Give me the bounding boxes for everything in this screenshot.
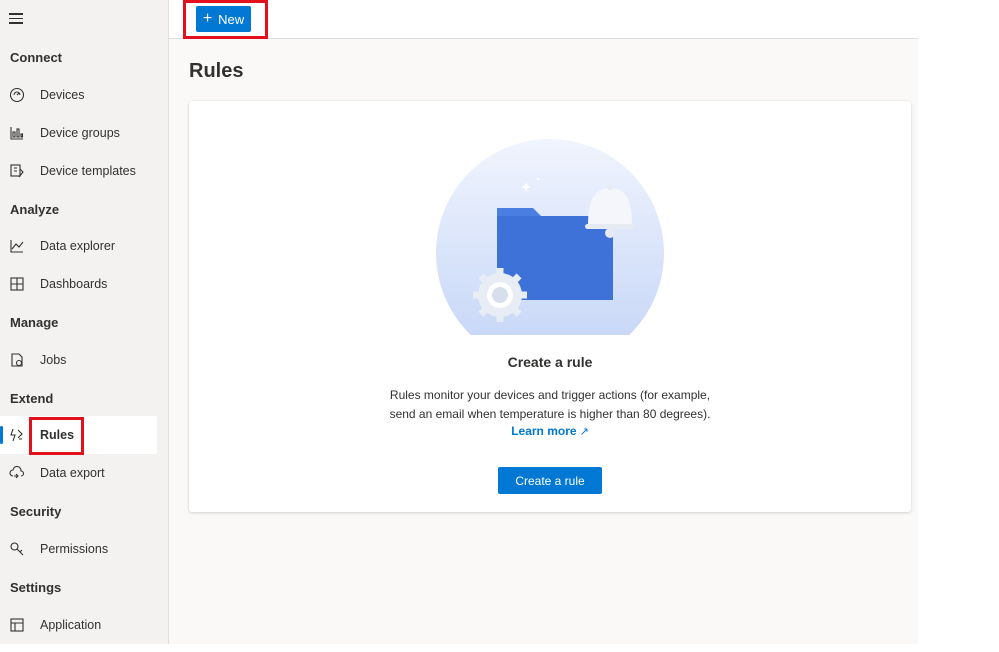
sidebar-item-permissions[interactable]: Permissions [0,530,157,568]
sidebar-item-dashboards[interactable]: Dashboards [0,265,157,303]
empty-state-description: Rules monitor your devices and trigger a… [360,386,740,424]
sidebar-item-label: Device groups [40,126,120,140]
external-link-icon: ↗ [579,426,589,438]
sidebar-item-label: Data export [40,466,105,480]
learn-more-label: Learn more [511,424,577,438]
learn-more-link[interactable]: Learn more ↗ [189,424,911,438]
section-security: Security [10,504,62,519]
jobs-icon [9,352,25,368]
device-groups-icon [9,125,25,141]
sidebar-item-devices[interactable]: Devices [0,76,157,114]
sidebar-item-data-export[interactable]: Data export [0,454,157,492]
create-rule-button[interactable]: Create a rule [498,467,602,494]
rules-highlight-box [29,417,84,455]
create-rule-button-label: Create a rule [515,473,585,488]
sidebar-item-application[interactable]: Application [0,606,157,644]
rule-illustration-icon [436,139,664,335]
device-templates-icon [9,163,25,179]
sidebar-item-label: Dashboards [40,277,108,291]
empty-state-heading: Create a rule [507,354,593,370]
new-highlight-box [183,0,268,39]
section-settings: Settings [10,580,62,595]
command-bar [169,0,918,39]
dashboards-icon [9,276,25,292]
section-analyze: Analyze [10,202,60,217]
sidebar-item-jobs[interactable]: Jobs [0,341,157,379]
section-manage: Manage [10,315,59,330]
description-line-2: send an email when temperature is higher… [389,407,711,421]
description-line-1: Rules monitor your devices and trigger a… [389,388,711,402]
sidebar-item-label: Permissions [40,542,109,556]
sidebar-item-label: Jobs [40,353,67,367]
permissions-icon [9,541,25,557]
data-explorer-icon [9,238,25,254]
sidebar-item-data-explorer[interactable]: Data explorer [0,227,157,265]
section-extend: Extend [10,391,54,406]
sidebar-item-device-templates[interactable]: Device templates [0,152,157,190]
sidebar-item-label: Data explorer [40,239,116,253]
page-title: Rules [189,60,244,82]
rules-icon [9,427,25,443]
sidebar-item-device-groups[interactable]: Device groups [0,114,157,152]
sidebar-item-label: Device templates [40,164,136,178]
sidebar: Connect Devices Device groups Device tem… [0,0,169,644]
section-connect: Connect [10,50,62,65]
application-icon [9,617,25,633]
hamburger-menu-icon[interactable] [9,13,25,25]
data-export-icon [9,465,25,481]
sidebar-item-label: Application [40,618,102,632]
devices-icon [9,87,25,103]
sidebar-item-label: Devices [40,88,85,102]
